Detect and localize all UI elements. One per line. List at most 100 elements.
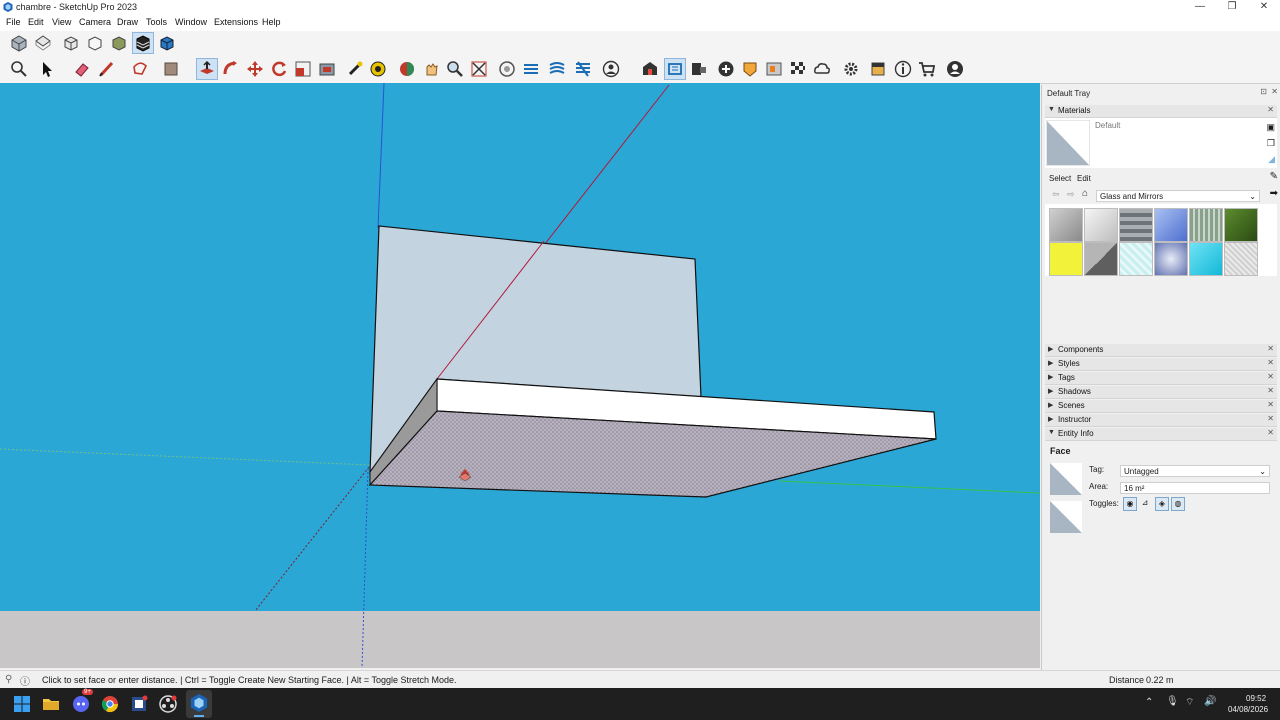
panel-shadows-header[interactable]: ▶ Shadows ✕ xyxy=(1045,386,1277,399)
network-icon[interactable]: ⌔ xyxy=(1185,696,1194,709)
tray-icon[interactable] xyxy=(868,59,888,79)
cloud-icon[interactable] xyxy=(812,59,832,79)
outliner-icon[interactable] xyxy=(689,59,709,79)
push-pull-icon[interactable] xyxy=(196,58,218,80)
panel-close-icon[interactable]: ✕ xyxy=(1267,372,1274,381)
panel-close-icon[interactable]: ✕ xyxy=(1267,400,1274,409)
panel-close-icon[interactable]: ✕ xyxy=(1267,358,1274,367)
file-explorer-icon[interactable] xyxy=(41,694,61,714)
front-view-icon[interactable] xyxy=(61,33,81,53)
zoom-icon[interactable] xyxy=(445,59,465,79)
panel-close-icon[interactable]: ✕ xyxy=(1267,414,1274,423)
offset-icon[interactable] xyxy=(317,59,337,79)
panel-materials-header[interactable]: ▼ Materials ✕ xyxy=(1045,105,1277,118)
paint-bucket-icon[interactable] xyxy=(161,59,181,79)
material-library-select[interactable]: Glass and Mirrors ⌄ xyxy=(1096,190,1260,202)
minimize-button[interactable]: — xyxy=(1184,0,1216,15)
eraser-icon[interactable] xyxy=(72,59,92,79)
tab-edit[interactable]: Edit xyxy=(1077,174,1091,183)
menu-tools[interactable]: Tools xyxy=(146,17,167,27)
material-swatch-2[interactable] xyxy=(1084,208,1118,242)
tray-close-icon[interactable]: ✕ xyxy=(1271,87,1278,96)
back-face-material-swatch[interactable] xyxy=(1050,501,1082,533)
scale-icon[interactable] xyxy=(293,59,313,79)
orbit-icon[interactable] xyxy=(397,59,417,79)
account-icon[interactable] xyxy=(945,59,965,79)
warehouse-icon[interactable] xyxy=(640,59,660,79)
display-section-icon[interactable] xyxy=(521,59,541,79)
home-icon[interactable]: ⌂ xyxy=(1082,188,1088,199)
checker-icon[interactable] xyxy=(788,59,808,79)
top-view-icon[interactable] xyxy=(33,33,53,53)
material-swatch-3[interactable] xyxy=(1119,208,1153,242)
pin-icon[interactable]: ⊡ xyxy=(1260,87,1267,96)
material-swatch-4[interactable] xyxy=(1154,208,1188,242)
section-plane-icon[interactable] xyxy=(497,59,517,79)
app-icon[interactable] xyxy=(129,694,149,714)
create-material-icon[interactable]: ❒ xyxy=(1267,138,1275,149)
sandbox-icon[interactable] xyxy=(740,59,760,79)
panel-close-icon[interactable]: ✕ xyxy=(1267,386,1274,395)
add-location-icon[interactable] xyxy=(716,59,736,79)
tray-chevron-icon[interactable]: ⌃ xyxy=(1145,697,1153,708)
clock-time[interactable]: 09:52 xyxy=(1246,694,1266,703)
display-material-icon[interactable]: ▣ xyxy=(1266,122,1275,133)
chrome-icon[interactable] xyxy=(100,694,120,714)
panel-styles-header[interactable]: ▶ Styles ✕ xyxy=(1045,358,1277,371)
receive-shadow-toggle-icon[interactable]: ◈ xyxy=(1155,497,1169,511)
iso-view-icon[interactable] xyxy=(9,33,29,53)
obs-icon[interactable] xyxy=(158,694,178,714)
panel-entity-info-header[interactable]: ▼ Entity Info ✕ xyxy=(1045,428,1277,441)
material-swatch-9[interactable] xyxy=(1119,242,1153,276)
material-swatch-5[interactable] xyxy=(1189,208,1223,242)
texture-icon[interactable] xyxy=(764,59,784,79)
microphone-icon[interactable]: 🎙 xyxy=(1166,696,1179,707)
cast-shadow-toggle-icon[interactable]: ⊿ xyxy=(1139,497,1151,509)
material-swatch-11[interactable] xyxy=(1189,242,1223,276)
tag-select[interactable]: Untagged ⌄ xyxy=(1120,465,1270,477)
menu-draw[interactable]: Draw xyxy=(117,17,138,27)
material-swatch-7[interactable] xyxy=(1049,242,1083,276)
instructor-icon[interactable]: ⓘ xyxy=(20,673,30,688)
menu-camera[interactable]: Camera xyxy=(79,17,111,27)
info-icon[interactable] xyxy=(893,59,913,79)
clock-date[interactable]: 04/08/2026 xyxy=(1228,705,1268,714)
material-swatch-6[interactable] xyxy=(1224,208,1258,242)
sketchup-taskbar-button[interactable] xyxy=(186,690,212,718)
line-icon[interactable] xyxy=(97,59,117,79)
panel-instructor-header[interactable]: ▶ Instructor ✕ xyxy=(1045,414,1277,427)
extension-manager-icon[interactable] xyxy=(664,58,686,80)
bottom-view-icon[interactable] xyxy=(157,33,177,53)
default-material-swatch[interactable] xyxy=(1046,120,1090,166)
back-view-icon[interactable] xyxy=(109,33,129,53)
close-button[interactable]: ✕ xyxy=(1248,0,1280,15)
volume-icon[interactable]: 🔊 xyxy=(1204,696,1216,707)
sample-paint-icon[interactable]: ✎ xyxy=(1270,171,1278,182)
material-swatch-12[interactable] xyxy=(1224,242,1258,276)
default-material-icon[interactable]: ◢ xyxy=(1268,154,1275,165)
settings-icon[interactable] xyxy=(841,59,861,79)
select-icon[interactable] xyxy=(37,59,57,79)
section-fill-icon[interactable] xyxy=(547,59,567,79)
rotate-icon[interactable] xyxy=(269,59,289,79)
shapes-icon[interactable] xyxy=(130,59,150,79)
panel-close-icon[interactable]: ✕ xyxy=(1267,105,1274,114)
visible-toggle-icon[interactable]: ◉ xyxy=(1123,497,1137,511)
protractor-icon[interactable] xyxy=(368,59,388,79)
menu-help[interactable]: Help xyxy=(262,17,281,27)
front-face-material-swatch[interactable] xyxy=(1050,463,1082,495)
material-swatch-8[interactable] xyxy=(1084,242,1118,276)
discord-icon[interactable]: 9+ xyxy=(71,689,93,714)
pan-icon[interactable] xyxy=(421,59,441,79)
menu-view[interactable]: View xyxy=(52,17,71,27)
move-icon[interactable] xyxy=(245,59,265,79)
cart-icon[interactable] xyxy=(917,59,937,79)
zoom-window-icon[interactable] xyxy=(469,59,489,79)
left-view-icon[interactable] xyxy=(132,32,154,54)
material-swatch-10[interactable] xyxy=(1154,242,1188,276)
tape-measure-icon[interactable] xyxy=(345,59,365,79)
geolocation-icon[interactable]: ⚲ xyxy=(5,674,12,685)
measurements-value[interactable]: 0.22 m xyxy=(1146,675,1174,685)
lock-toggle-icon[interactable]: ◍ xyxy=(1171,497,1185,511)
scene-canvas[interactable] xyxy=(0,83,1040,668)
